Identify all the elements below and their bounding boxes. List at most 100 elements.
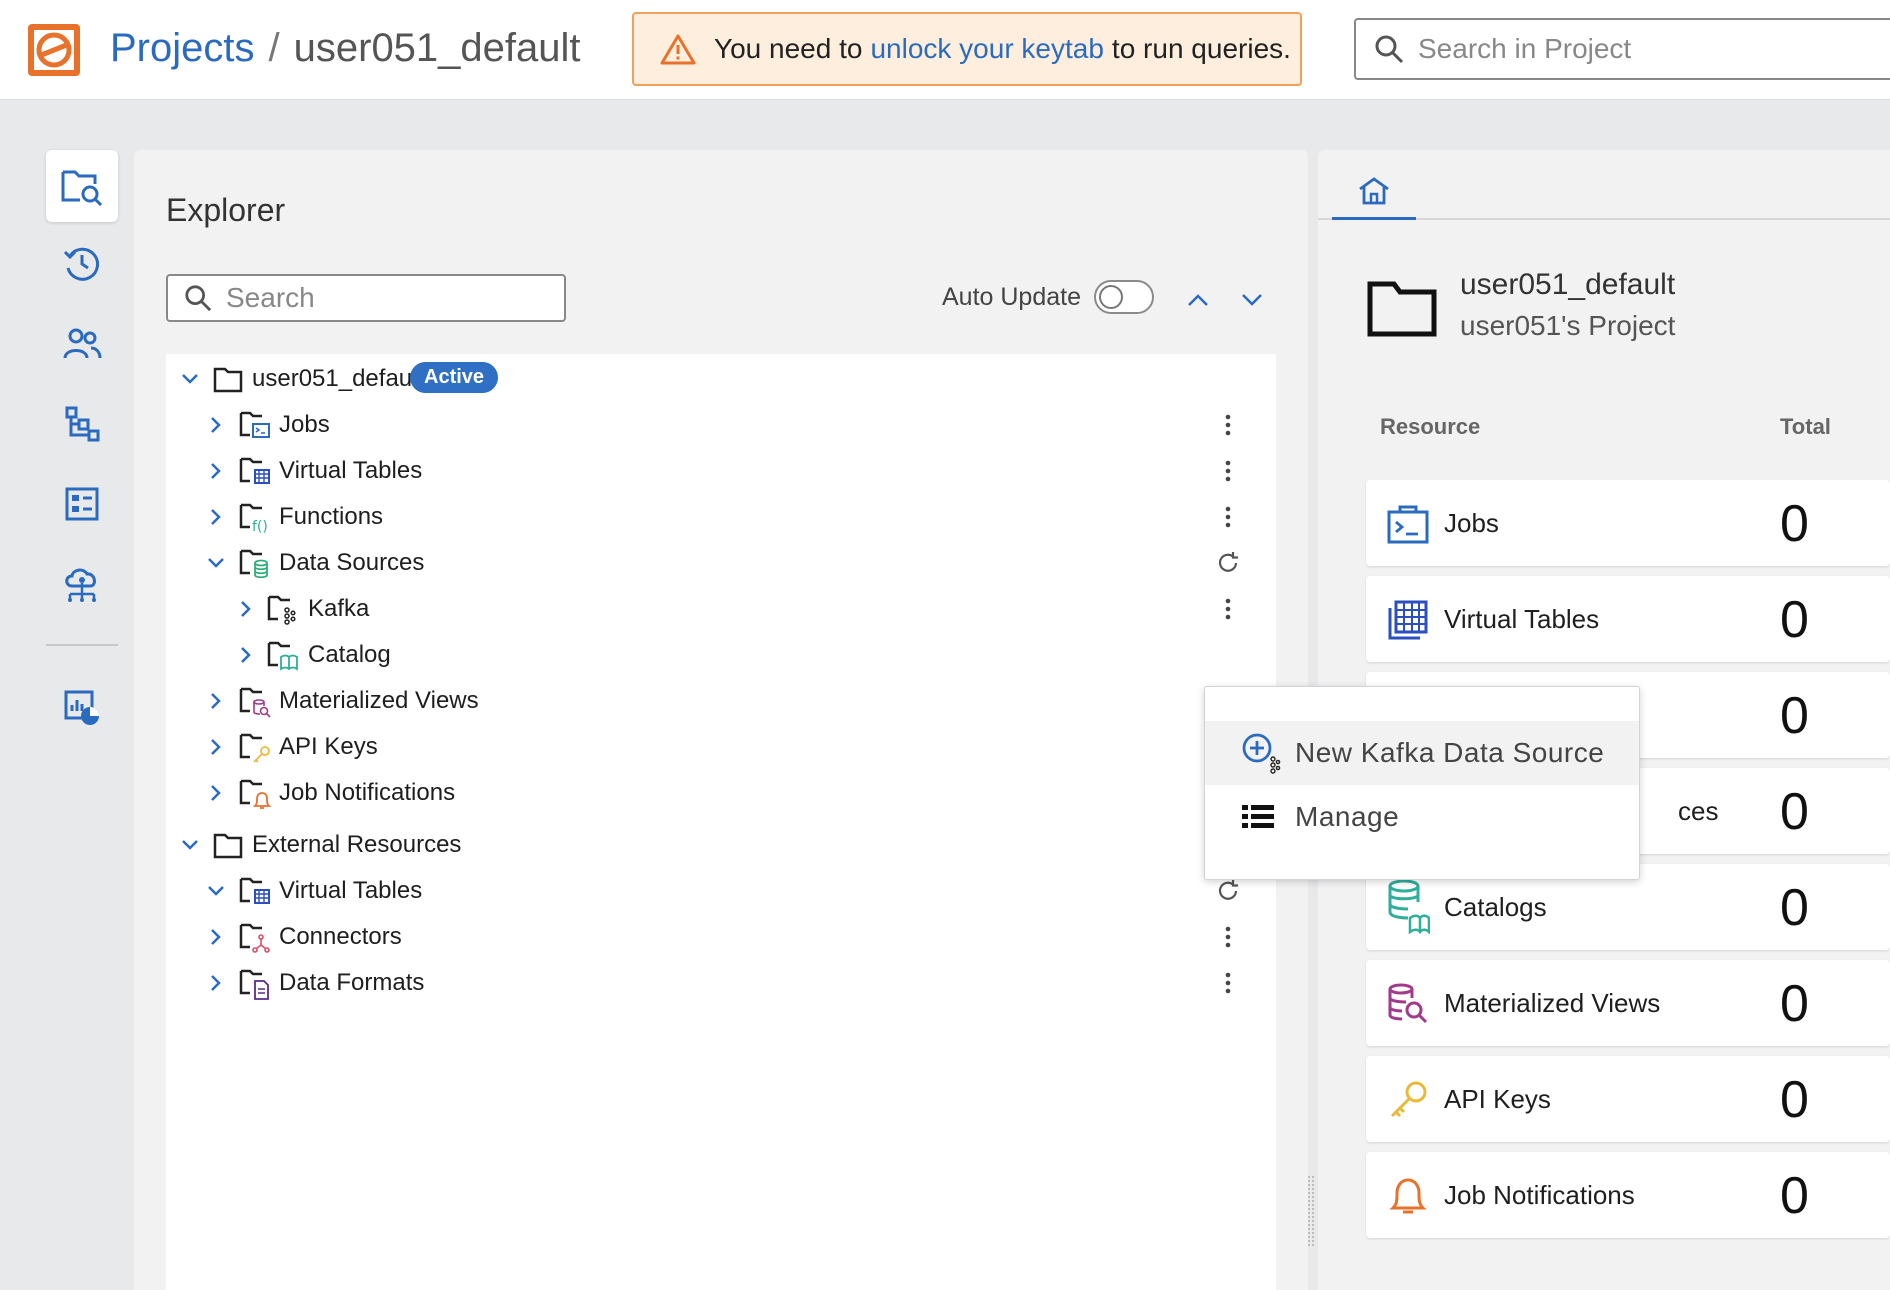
rail-cloud-network-button[interactable]: [46, 548, 118, 620]
tree-project-row[interactable]: user051_default Active: [166, 354, 1276, 404]
resource-total: 0: [1780, 783, 1809, 841]
resource-total: 0: [1780, 687, 1809, 745]
job-notifications-folder-icon: [239, 779, 272, 809]
kebab-menu-icon[interactable]: [1216, 591, 1240, 627]
tree-item-label: Jobs: [279, 411, 330, 438]
chevron-right-icon[interactable]: [204, 735, 228, 759]
tree-external-virtual-tables[interactable]: Virtual Tables: [166, 866, 1276, 916]
add-kafka-icon: [1242, 733, 1281, 774]
warning-text-pre: You need to: [714, 33, 863, 64]
rail-reports-button[interactable]: [46, 672, 118, 744]
tree-item-label: Catalog: [308, 641, 391, 668]
rail-dashboard-button[interactable]: [46, 468, 118, 540]
tree-item-label: Virtual Tables: [279, 457, 423, 484]
resource-row-jobs[interactable]: Jobs 0: [1366, 480, 1890, 566]
tree-external-connectors[interactable]: Connectors: [166, 912, 1276, 962]
chevron-right-icon[interactable]: [204, 505, 228, 529]
virtual-tables-folder-icon: [239, 877, 270, 904]
resource-label: Catalogs: [1444, 892, 1547, 922]
resource-row-api-keys[interactable]: API Keys 0: [1366, 1056, 1890, 1142]
tree-external-data-formats[interactable]: Data Formats: [166, 958, 1276, 1008]
menu-item-label: New Kafka Data Source: [1295, 737, 1605, 768]
auto-update-toggle[interactable]: [1094, 280, 1154, 314]
project-name: user051_default: [1460, 268, 1676, 301]
tree-item-materialized-views[interactable]: Materialized Views: [166, 676, 1276, 726]
chevron-down-icon[interactable]: [204, 879, 228, 903]
project-search-input[interactable]: [1418, 33, 1798, 65]
tree-item-label: Kafka: [308, 595, 370, 622]
chevron-down-icon[interactable]: [178, 833, 202, 857]
resource-row-job-notifications[interactable]: Job Notifications 0: [1366, 1152, 1890, 1238]
new-kafka-data-source-menu-item[interactable]: New Kafka Data Source: [1205, 721, 1639, 785]
tree-item-jobs[interactable]: Jobs: [166, 400, 1276, 450]
list-icon: [1242, 805, 1274, 828]
tree-item-job-notifications[interactable]: Job Notifications: [166, 768, 1276, 818]
panel-resize-handle[interactable]: [1308, 1176, 1314, 1246]
tree-item-virtual-tables[interactable]: Virtual Tables: [166, 446, 1276, 496]
manage-menu-item[interactable]: Manage: [1205, 785, 1639, 849]
expand-all-button[interactable]: [1234, 282, 1270, 318]
chevron-right-icon[interactable]: [204, 925, 228, 949]
folder-icon: [213, 833, 243, 859]
tab-home[interactable]: [1332, 164, 1416, 220]
chevron-right-icon[interactable]: [234, 597, 258, 621]
resource-row-virtual-tables[interactable]: Virtual Tables 0: [1366, 576, 1890, 662]
tree-item-catalog[interactable]: Catalog: [166, 630, 1276, 680]
unlock-keytab-link[interactable]: unlock your keytab: [870, 33, 1103, 65]
app-logo-icon[interactable]: [26, 22, 82, 78]
tree-item-functions[interactable]: f() Functions: [166, 492, 1276, 542]
folder-search-icon: [61, 170, 103, 206]
connectors-folder-icon: [239, 923, 270, 953]
collapse-all-button[interactable]: [1180, 282, 1216, 318]
rail-hierarchy-button[interactable]: [46, 388, 118, 460]
kebab-menu-icon[interactable]: [1216, 407, 1240, 443]
resource-row-materialized-views[interactable]: Materialized Views 0: [1366, 960, 1890, 1046]
kebab-menu-icon[interactable]: [1216, 499, 1240, 535]
bell-icon: [1389, 1178, 1427, 1214]
overview-tab-bar: [1318, 150, 1890, 220]
explorer-tree: user051_default Active Jobs Virtual Tabl…: [166, 354, 1276, 1290]
explorer-search-input[interactable]: [226, 282, 546, 314]
tree-item-label: Data Sources: [279, 549, 425, 576]
project-search-box: [1354, 18, 1890, 80]
tree-item-label: Data Formats: [279, 969, 425, 996]
rail-history-button[interactable]: [46, 228, 118, 300]
resource-column-header: Resource: [1380, 414, 1481, 439]
chevron-right-icon[interactable]: [204, 781, 228, 805]
tree-item-kafka[interactable]: Kafka: [166, 584, 1276, 634]
breadcrumb: Projects / user051_default: [110, 22, 581, 74]
chevron-right-icon[interactable]: [204, 689, 228, 713]
kebab-menu-icon[interactable]: [1216, 919, 1240, 955]
resource-total: 0: [1780, 879, 1809, 937]
explorer-search-box: [166, 274, 566, 322]
materialized-views-folder-icon: [239, 687, 271, 718]
rail-explorer-button[interactable]: [46, 150, 118, 222]
kebab-menu-icon[interactable]: [1216, 965, 1240, 1001]
tree-item-label: Connectors: [279, 923, 402, 950]
kebab-menu-icon[interactable]: [1216, 453, 1240, 489]
rail-users-button[interactable]: [46, 308, 118, 380]
jobs-icon: [1387, 505, 1429, 544]
chevron-right-icon[interactable]: [204, 971, 228, 995]
tree-external-resources[interactable]: External Resources: [166, 820, 1276, 870]
app-header: Projects / user051_default You need to unl…: [0, 0, 1890, 100]
left-nav-rail: [0, 100, 134, 1290]
chevron-right-icon[interactable]: [204, 413, 228, 437]
active-badge: Active: [410, 362, 499, 393]
resource-total: 0: [1780, 495, 1809, 553]
auto-update-label: Auto Update: [942, 283, 1081, 311]
tree-item-data-sources[interactable]: Data Sources: [166, 538, 1276, 588]
chevron-down-icon[interactable]: [204, 551, 228, 575]
tree-item-label: Materialized Views: [279, 687, 479, 714]
jobs-folder-icon: [239, 411, 270, 438]
search-icon: [1375, 35, 1404, 64]
chevron-down-icon[interactable]: [178, 367, 202, 391]
svg-text:f(): f(): [252, 519, 268, 535]
data-sources-folder-icon: [239, 549, 268, 579]
chevron-right-icon[interactable]: [204, 459, 228, 483]
tree-item-api-keys[interactable]: API Keys: [166, 722, 1276, 772]
refresh-icon[interactable]: [1216, 545, 1240, 581]
breadcrumb-projects-link[interactable]: Projects: [110, 26, 255, 70]
chevron-right-icon[interactable]: [234, 643, 258, 667]
data-sources-context-menu: New Kafka Data Source Manage: [1204, 686, 1640, 880]
